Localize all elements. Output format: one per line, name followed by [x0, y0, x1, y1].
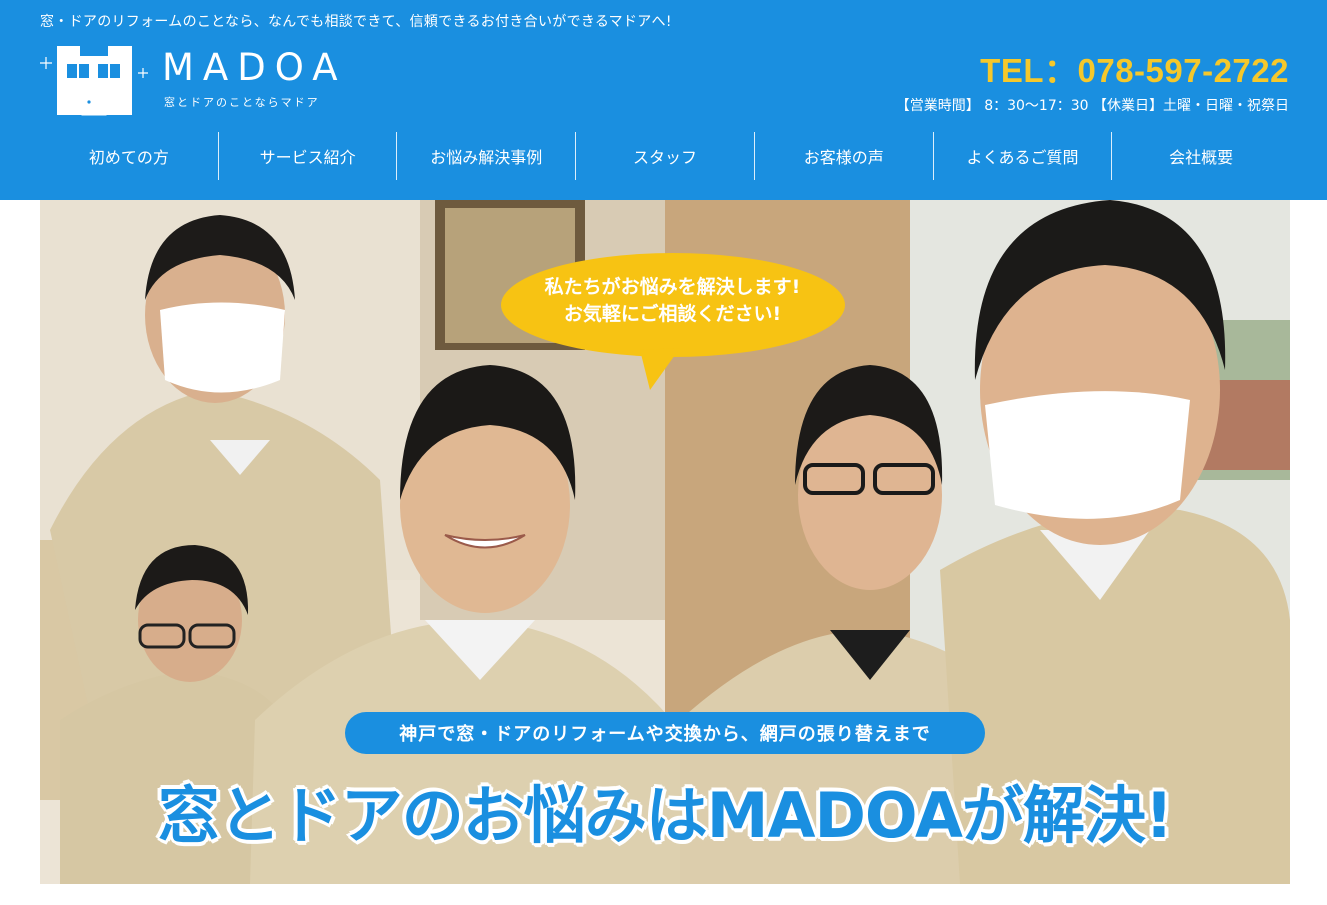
nav-item-company[interactable]: 会社概要	[1111, 132, 1290, 180]
speech-bubble-line-1: 私たちがお悩みを解決します!	[544, 276, 801, 298]
logo-icon	[40, 46, 148, 116]
site-logo[interactable]: MADOA 窓とドアのことならマドア	[40, 44, 360, 118]
nav-item-case-studies[interactable]: お悩み解決事例	[396, 132, 575, 180]
header-tagline: 窓・ドアのリフォームのことなら、なんでも相談できて、信頼できるお付き合いができる…	[40, 14, 672, 30]
hero-ribbon: 神戸で窓・ドアのリフォームや交換から、網戸の張り替えまで	[345, 712, 985, 754]
logo-subtitle: 窓とドアのことならマドア	[164, 96, 320, 109]
hero-headline: 窓とドアのお悩みはMADOAが解決!	[157, 779, 1173, 852]
speech-bubble: 私たちがお悩みを解決します! お気軽にご相談ください!	[500, 250, 845, 390]
nav-item-staff[interactable]: スタッフ	[575, 132, 754, 180]
site-header: 窓・ドアのリフォームのことなら、なんでも相談できて、信頼できるお付き合いができる…	[0, 0, 1327, 200]
hero-banner: 私たちがお悩みを解決します! お気軽にご相談ください! 神戸で窓・ドアのリフォー…	[40, 200, 1290, 884]
nav-item-testimonials[interactable]: お客様の声	[753, 132, 933, 180]
speech-bubble-text: 私たちがお悩みを解決します! お気軽にご相談ください!	[500, 274, 845, 328]
phone-number[interactable]: TEL：078-597-2722	[980, 44, 1289, 92]
speech-bubble-line-2: お気軽にご相談ください!	[563, 303, 782, 325]
logo-wordmark: MADOA	[162, 46, 347, 89]
nav-item-first-time[interactable]: 初めての方	[40, 132, 218, 180]
business-hours: 【営業時間】 8：30〜17：30 【休業日】土曜・日曜・祝祭日	[895, 98, 1289, 114]
main-nav: 初めての方 サービス紹介 お悩み解決事例 スタッフ お客様の声 よくあるご質問 …	[40, 132, 1290, 180]
nav-item-faq[interactable]: よくあるご質問	[932, 132, 1112, 180]
nav-item-services[interactable]: サービス紹介	[217, 132, 397, 180]
